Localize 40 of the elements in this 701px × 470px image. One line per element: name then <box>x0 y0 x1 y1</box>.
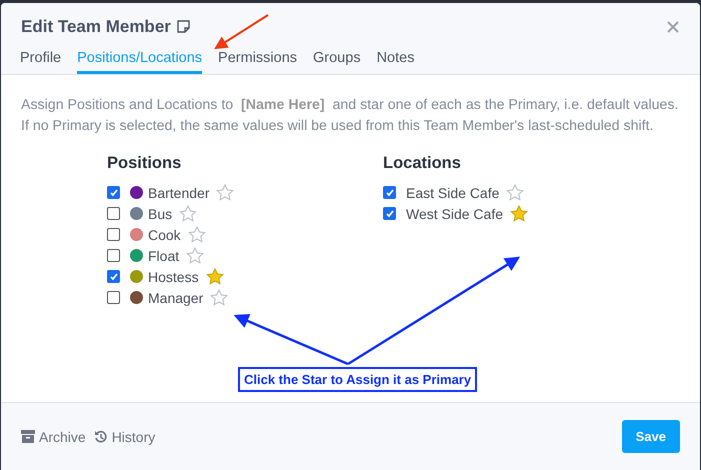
star-icon[interactable] <box>186 247 204 264</box>
tab[interactable]: Groups <box>313 46 361 74</box>
checkbox[interactable] <box>107 270 120 283</box>
section-heading: Positions <box>107 154 182 173</box>
window-title: Edit Team Member <box>21 16 171 36</box>
position-label: Bartender <box>148 184 210 200</box>
star-icon[interactable] <box>216 184 234 201</box>
filled-star-icon[interactable] <box>510 205 528 222</box>
star-icon[interactable] <box>179 205 198 222</box>
close-icon[interactable] <box>667 20 679 32</box>
checkbox[interactable] <box>107 207 120 220</box>
position-label: Hostess <box>148 268 199 284</box>
position-label: Bus <box>148 206 172 222</box>
section-heading: Locations <box>383 154 462 173</box>
star-icon[interactable] <box>188 226 206 243</box>
star-icon[interactable] <box>506 184 524 201</box>
checkbox[interactable] <box>107 186 120 199</box>
location-label: East Side Cafe <box>406 184 500 200</box>
description: Assign Positions and Locations to [Name Here] and star one of each as the Primary, i.e. default values. If no Primary is selected, the same values will be used from this Team Member's last-scheduled shift. <box>21 96 680 136</box>
tab[interactable]: Notes <box>376 46 414 74</box>
checkbox[interactable] <box>383 186 396 199</box>
checkbox[interactable] <box>383 207 396 220</box>
star-icon[interactable] <box>210 289 228 306</box>
box-icon <box>21 430 35 443</box>
checkbox[interactable] <box>107 228 120 241</box>
history-icon <box>94 430 108 444</box>
note-icon[interactable] <box>176 20 190 33</box>
history-button[interactable]: History <box>94 428 156 444</box>
tab[interactable]: Profile <box>20 46 62 74</box>
checkbox[interactable] <box>107 291 120 304</box>
position-label: Manager <box>148 290 204 306</box>
position-label: Float <box>148 248 180 264</box>
location-label: West Side Cafe <box>406 206 504 222</box>
position-label: Cook <box>148 226 181 242</box>
callout-label: Click the Star to Assign it as Primary <box>238 367 478 392</box>
archive-button[interactable]: Archive <box>21 428 86 444</box>
checkbox[interactable] <box>107 249 120 262</box>
annotation-arrow <box>214 14 269 50</box>
tab[interactable]: Permissions <box>218 46 298 74</box>
filled-star-icon[interactable] <box>206 268 224 285</box>
